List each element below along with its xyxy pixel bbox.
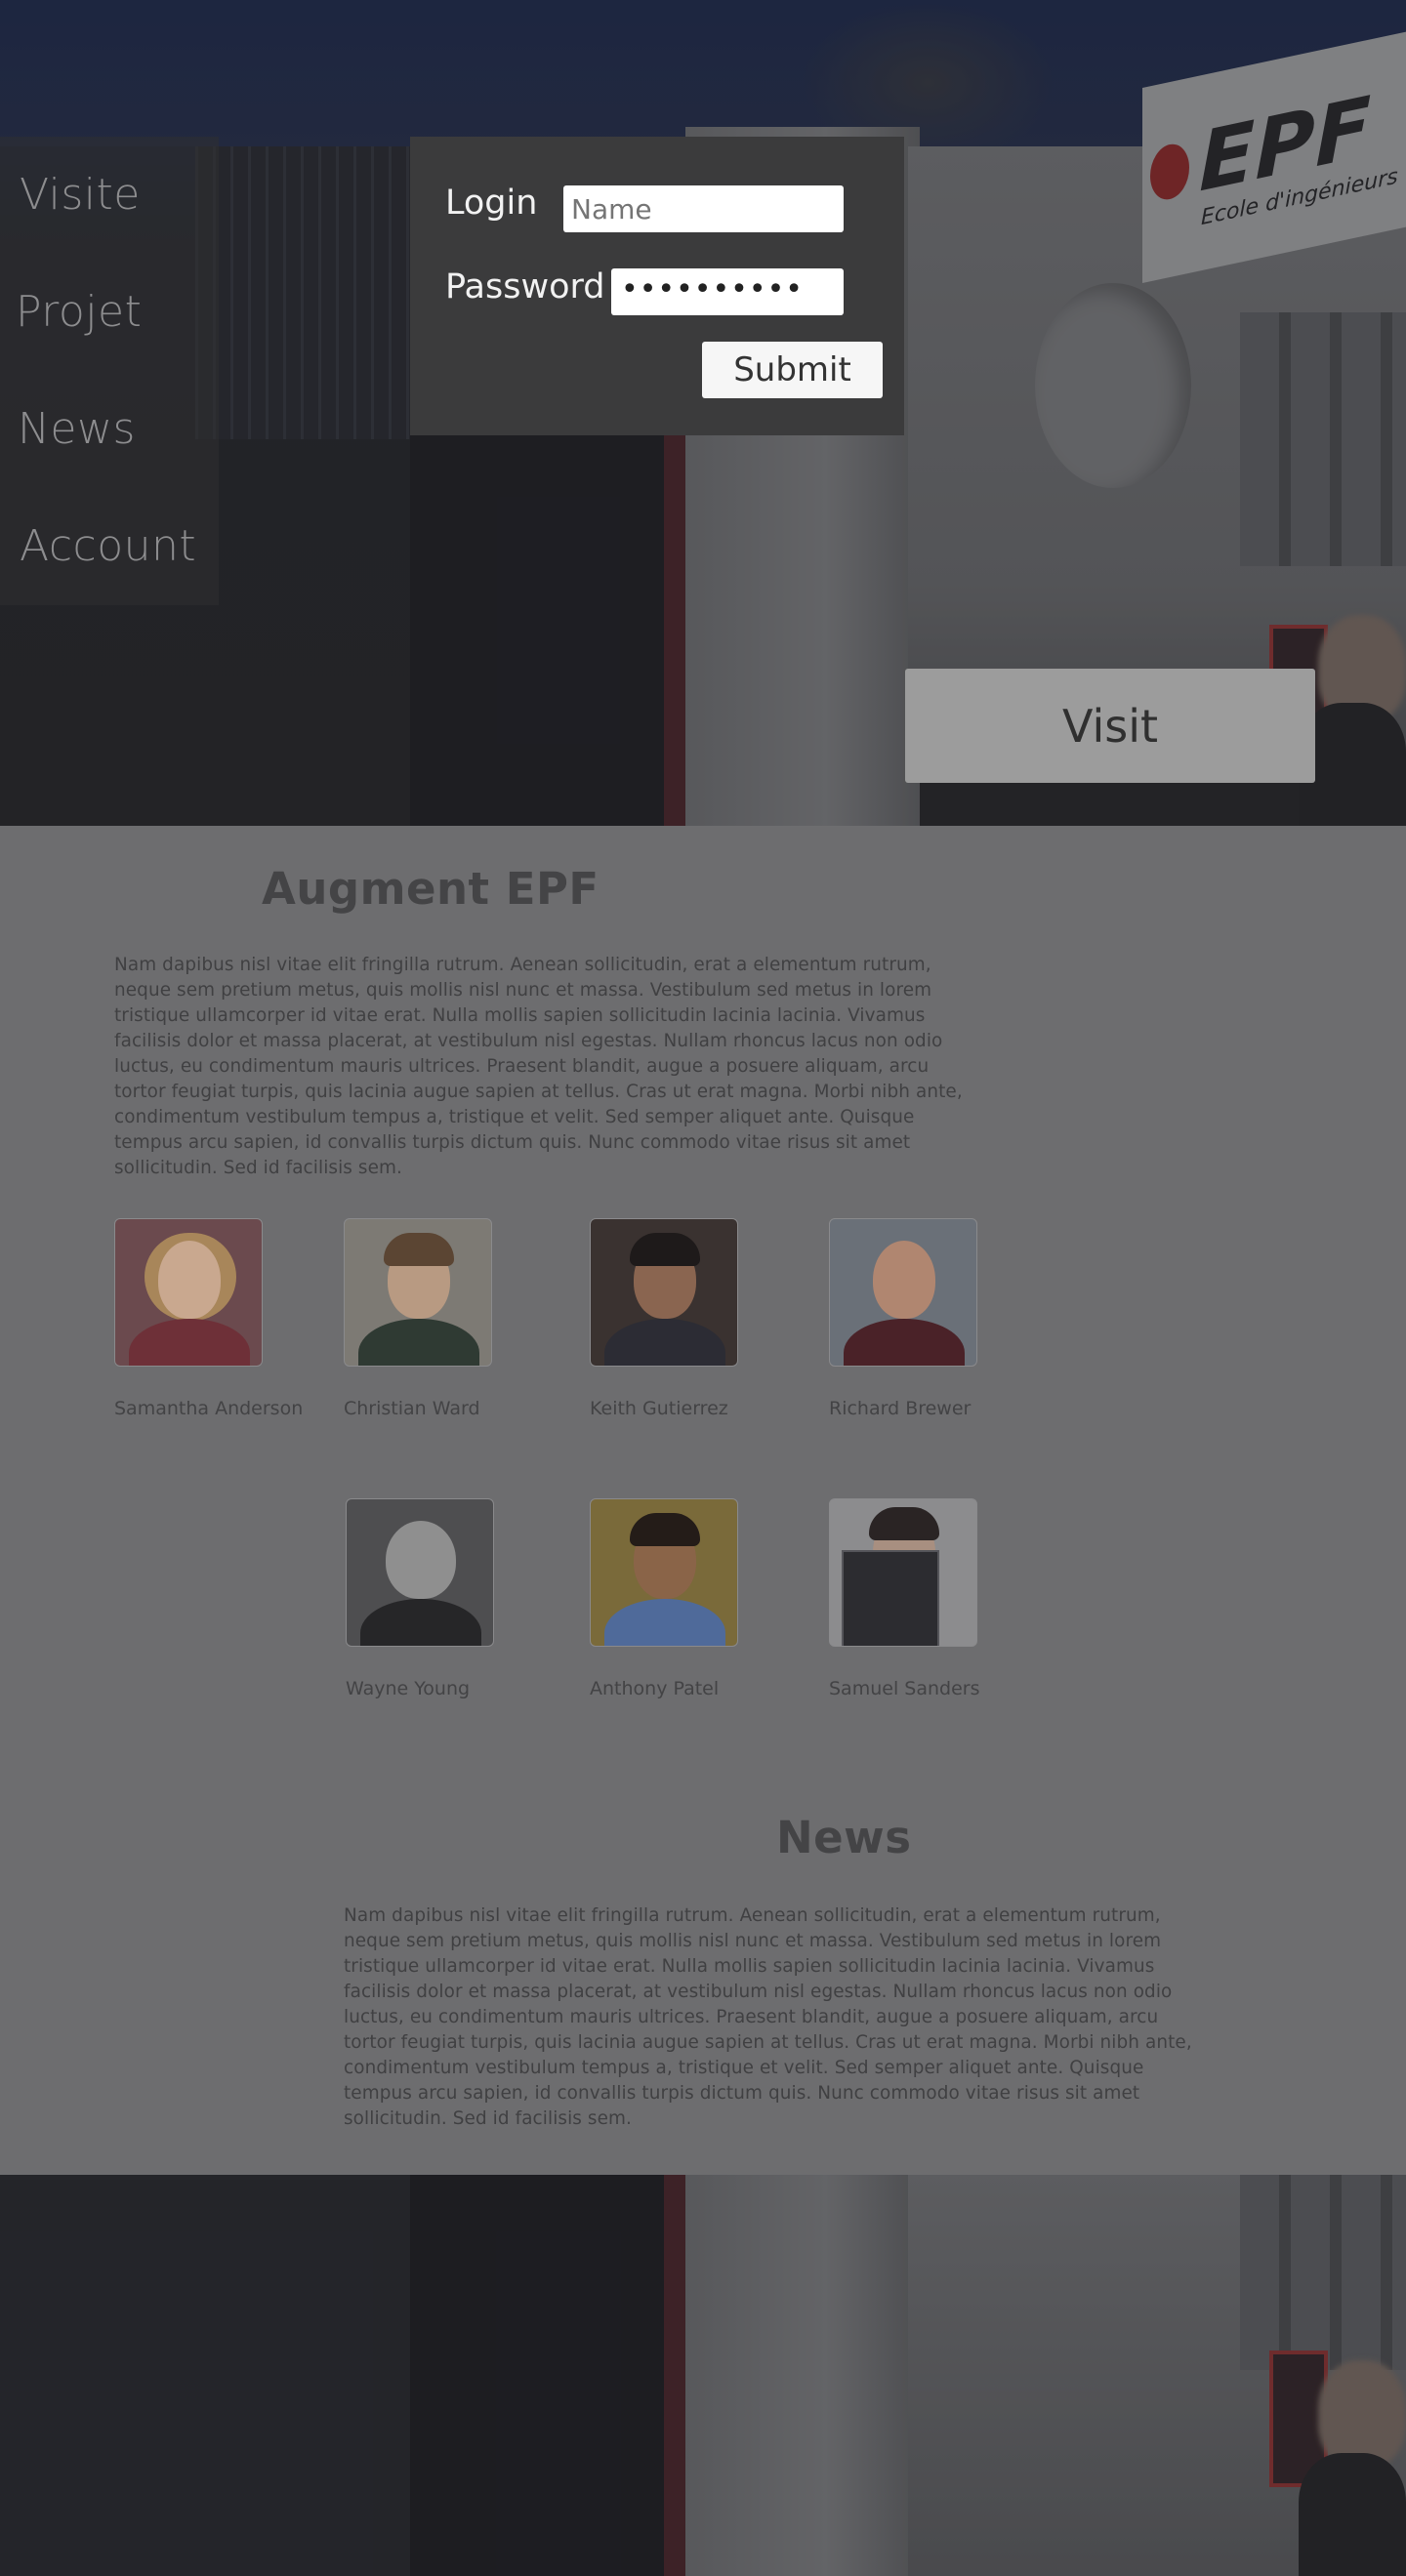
team-member-name: Christian Ward [344,1398,480,1419]
about-title: Augment EPF [262,863,600,915]
nav-item-account[interactable]: Account [20,521,196,571]
avatar-anthony-patel [590,1498,738,1647]
visit-button[interactable]: Visit [905,669,1315,783]
avatar-christian-ward [344,1218,492,1367]
nav-item-news[interactable]: News [18,404,136,454]
login-name-input[interactable] [563,185,844,232]
content-section: Augment EPF Nam dapibus nisl vitae elit … [0,826,1406,2175]
avatar-richard-brewer [829,1218,977,1367]
password-label: Password [445,267,605,307]
team-member-name: Richard Brewer [829,1398,972,1419]
avatar-keith-gutierrez [590,1218,738,1367]
team-member-name: Wayne Young [346,1678,471,1699]
avatar-wayne-young [346,1498,494,1647]
team-member-name: Keith Gutierrez [590,1398,728,1419]
nav-item-projet[interactable]: Projet [16,287,142,337]
side-nav: Visite Projet News Account [0,137,219,605]
submit-button[interactable]: Submit [702,342,883,398]
password-value: •••••••••• [621,272,804,307]
nav-item-visite[interactable]: Visite [20,170,141,220]
avatar-samantha-anderson [114,1218,263,1367]
footer-background [0,2175,1406,2576]
team-member-name: Anthony Patel [590,1678,720,1699]
team-member-name: Samantha Anderson [114,1398,304,1419]
about-text: Nam dapibus nisl vitae elit fringilla ru… [114,955,963,1178]
news-title: News [776,1812,912,1863]
login-label: Login [445,184,538,223]
password-input[interactable]: •••••••••• [611,268,844,315]
team-member-name: Samuel Sanders [829,1678,980,1699]
avatar-samuel-sanders [829,1498,977,1647]
news-text: Nam dapibus nisl vitae elit fringilla ru… [344,1905,1192,2129]
